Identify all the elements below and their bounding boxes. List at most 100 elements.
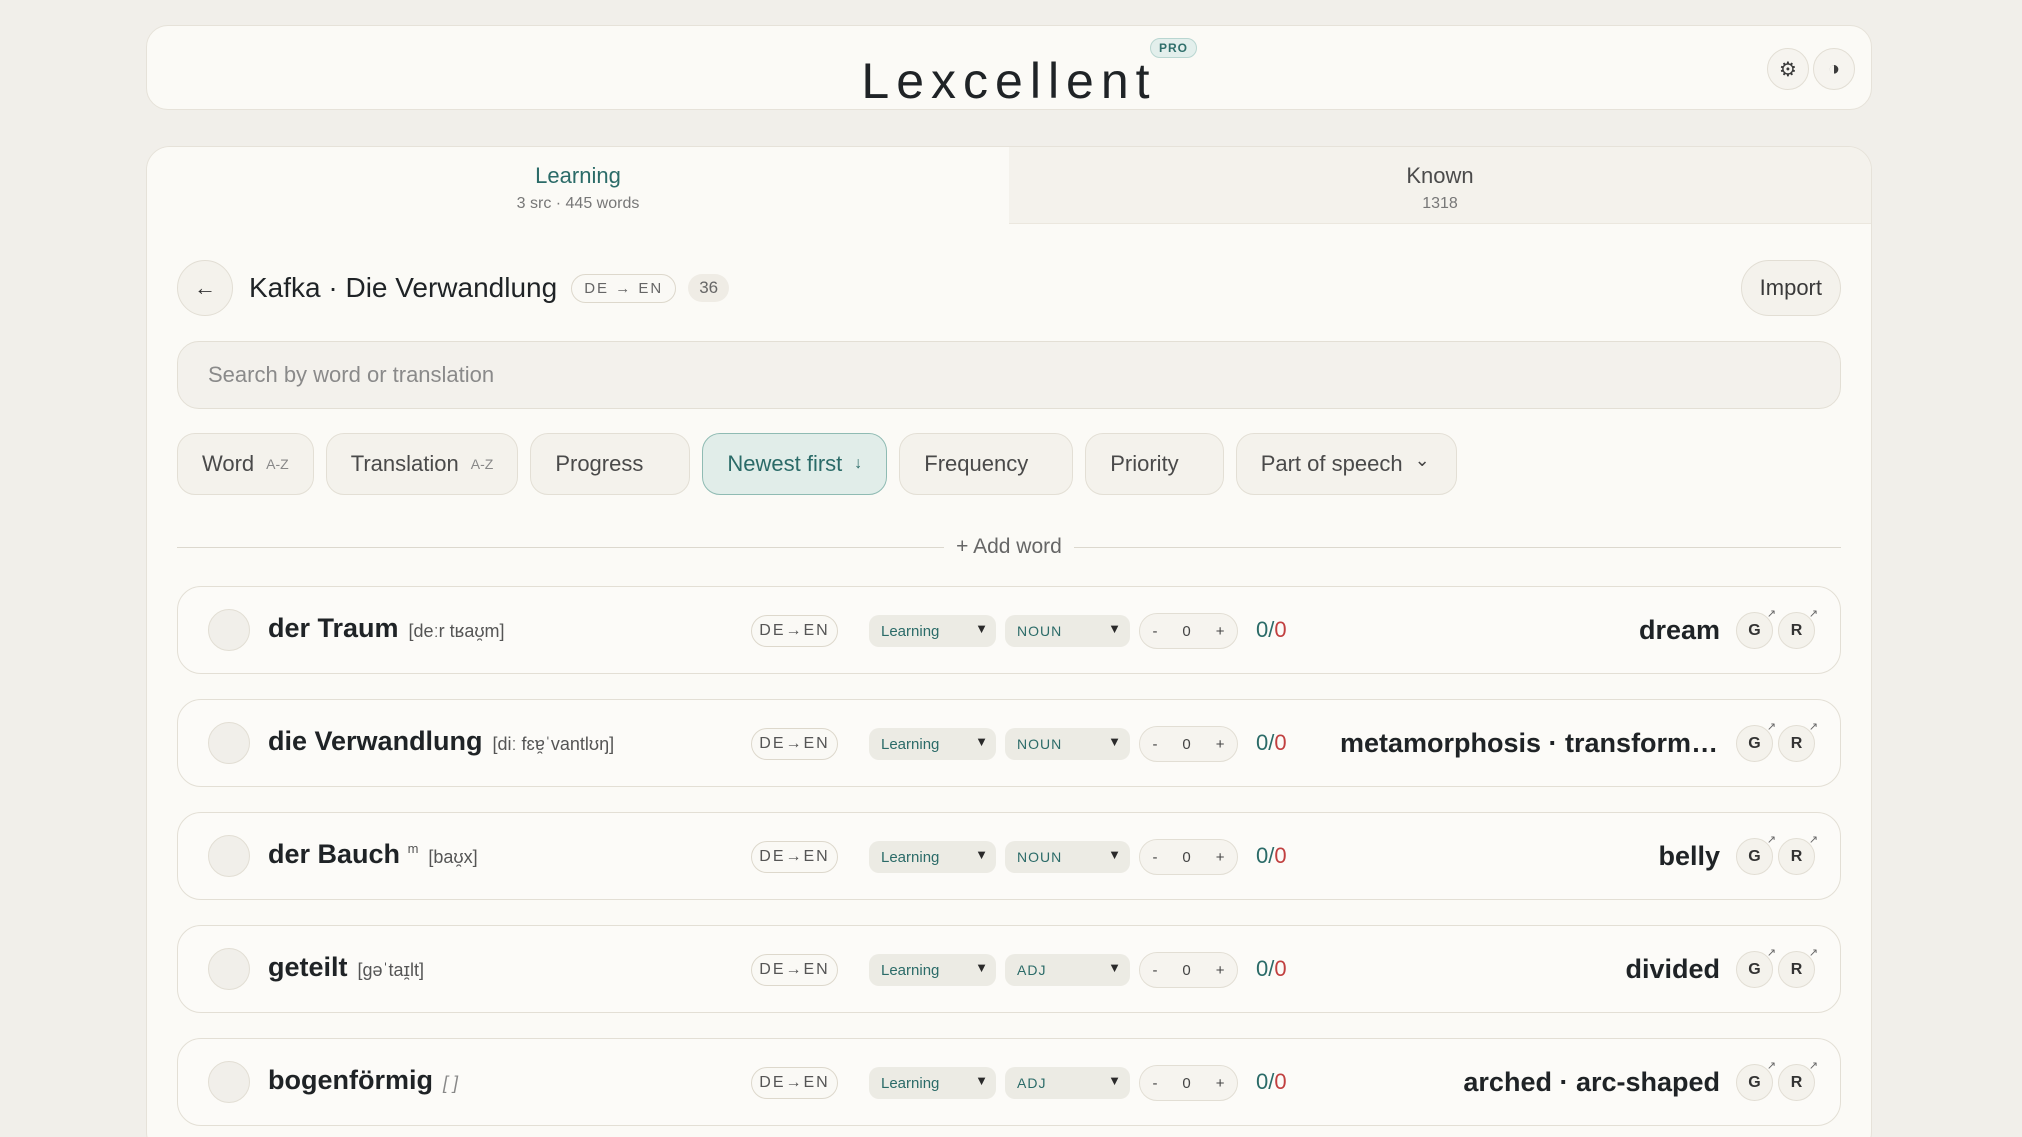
decrement-button[interactable]: - — [1152, 849, 1157, 866]
pos-select[interactable]: NOUN ▼ — [1005, 615, 1130, 647]
status-select[interactable]: Learning ▼ — [869, 841, 996, 873]
tab-learning[interactable]: Learning 3 src · 445 words — [147, 147, 1009, 224]
increment-button[interactable]: + — [1216, 849, 1225, 866]
status-value: Learning — [881, 961, 940, 979]
increment-button[interactable]: + — [1216, 623, 1225, 640]
select-checkbox[interactable] — [208, 722, 250, 764]
sort-progress-button[interactable]: Progress — [530, 433, 691, 495]
increment-button[interactable]: + — [1216, 1075, 1225, 1092]
external-link-icon: ↗ — [1766, 721, 1776, 733]
google-lookup-button[interactable]: G ↗ — [1736, 947, 1776, 988]
word-lemma: die Verwandlung — [268, 726, 483, 756]
g-label: G — [1748, 621, 1761, 639]
word-row[interactable]: der Bauch m [baʊ̯x] DE→EN Learning ▼ NOUN ▼… — [177, 812, 1841, 900]
settings-button[interactable]: ⚙ — [1767, 48, 1809, 90]
sort-label: Progress — [555, 451, 644, 476]
r-label: R — [1790, 1073, 1803, 1091]
search-input[interactable] — [208, 362, 1810, 388]
increment-button[interactable]: + — [1216, 962, 1225, 979]
google-lookup-button[interactable]: G ↗ — [1736, 1060, 1776, 1101]
external-link-icon: ↗ — [1808, 947, 1818, 959]
external-link-icon: ↗ — [1808, 608, 1818, 620]
word-text: der Bauch m [baʊ̯x] — [268, 839, 478, 870]
google-lookup-button[interactable]: G ↗ — [1736, 721, 1776, 762]
score-correct: 0 — [1256, 617, 1269, 642]
tab-sublabel: 3 src · 445 words — [516, 195, 640, 212]
pos-select[interactable]: NOUN ▼ — [1005, 728, 1130, 760]
score-total: 0 — [1274, 1069, 1287, 1094]
theme-toggle-button[interactable]: ◑ — [1813, 48, 1855, 90]
pos-value: NOUN — [1017, 736, 1063, 752]
direction-badge[interactable]: DE→EN — [751, 954, 838, 986]
chevron-down-icon: ⌄ — [1414, 449, 1430, 470]
r-label: R — [1790, 734, 1803, 752]
decrement-button[interactable]: - — [1152, 736, 1157, 753]
pos-select[interactable]: ADJ ▼ — [1005, 954, 1130, 986]
sort-translation-button[interactable]: Translation A-Z — [325, 433, 519, 495]
select-checkbox[interactable] — [208, 1061, 250, 1103]
reverso-lookup-button[interactable]: R ↗ — [1778, 608, 1818, 649]
status-select[interactable]: Learning ▼ — [869, 615, 996, 647]
google-lookup-button[interactable]: G ↗ — [1736, 608, 1776, 649]
word-row[interactable]: der Traum [deːr tʁaʊ̯m] DE→EN Learning ▼ N… — [177, 586, 1841, 674]
select-checkbox[interactable] — [208, 948, 250, 990]
add-word-button[interactable]: + Add word — [944, 535, 1074, 559]
word-row[interactable]: die Verwandlung [diː fɛɐ̯ˈvantlʊŋ] DE→EN … — [177, 699, 1841, 787]
stepper-value: 0 — [1182, 735, 1191, 753]
external-link-icon: ↗ — [1808, 721, 1818, 733]
caret-down-icon: ▼ — [1108, 1073, 1122, 1088]
word-ipa: [baʊ̯x] — [428, 847, 478, 867]
word-text: geteilt [ɡəˈtaɪ̯lt] — [268, 952, 424, 983]
priority-stepper: - 0 + — [1139, 726, 1238, 762]
select-checkbox[interactable] — [208, 609, 250, 651]
part-of-speech-dropdown[interactable]: Part of speech ⌄ — [1235, 433, 1457, 495]
search-field[interactable] — [177, 341, 1841, 409]
reverso-lookup-button[interactable]: R ↗ — [1778, 947, 1818, 988]
tab-known[interactable]: Known 1318 — [1009, 147, 1871, 224]
back-button[interactable]: ← — [177, 260, 233, 316]
pos-value: ADJ — [1017, 1075, 1047, 1091]
direction-badge[interactable]: DE→EN — [751, 728, 838, 760]
decrement-button[interactable]: - — [1152, 1075, 1157, 1092]
caret-down-icon: ▼ — [975, 960, 988, 975]
r-label: R — [1790, 847, 1803, 865]
pos-value: NOUN — [1017, 623, 1063, 639]
sort-bar: Word A-Z Translation A-Z Progress Newest… — [177, 433, 1457, 495]
tab-label: Learning — [535, 163, 621, 188]
reverso-lookup-button[interactable]: R ↗ — [1778, 1060, 1818, 1101]
direction-badge[interactable]: DE→EN — [751, 1067, 838, 1099]
reverso-lookup-button[interactable]: R ↗ — [1778, 721, 1818, 762]
direction-badge[interactable]: DE→EN — [751, 841, 838, 873]
select-checkbox[interactable] — [208, 835, 250, 877]
word-row[interactable]: bogenförmig[ ] DE→EN Learning ▼ ADJ ▼ -0 + … — [177, 1038, 1841, 1126]
status-value: Learning — [881, 848, 940, 866]
gear-icon: ⚙ — [1779, 58, 1797, 81]
decrement-button[interactable]: - — [1152, 962, 1157, 979]
increment-button[interactable]: + — [1216, 736, 1225, 753]
import-button[interactable]: Import — [1740, 260, 1841, 316]
sort-newest-button[interactable]: Newest first ↓ — [702, 433, 888, 495]
sort-label: Frequency — [924, 451, 1029, 476]
status-select[interactable]: Learning ▼ — [869, 728, 996, 760]
word-row[interactable]: geteilt [ɡəˈtaɪ̯lt] DE→EN Learning ▼ ADJ ▼ … — [177, 925, 1841, 1013]
status-select[interactable]: Learning ▼ — [869, 954, 996, 986]
main-panel: Learning 3 src · 445 words Known 1318 ← … — [146, 146, 1872, 1137]
status-select[interactable]: Learning ▼ — [869, 1067, 996, 1099]
reverso-lookup-button[interactable]: R ↗ — [1778, 834, 1818, 875]
decrement-button[interactable]: - — [1152, 623, 1157, 640]
direction-badge[interactable]: DE→EN — [751, 615, 838, 647]
stepper-value: 0 — [1182, 848, 1191, 866]
sort-priority-button[interactable]: Priority — [1085, 433, 1224, 495]
word-ipa: [ ] — [442, 1073, 458, 1093]
pos-select[interactable]: NOUN ▼ — [1005, 841, 1130, 873]
stepper-value: 0 — [1182, 961, 1191, 979]
sort-frequency-button[interactable]: Frequency — [899, 433, 1074, 495]
external-link-icon: ↗ — [1808, 1060, 1818, 1072]
sort-word-button[interactable]: Word A-Z — [177, 433, 314, 495]
score-total: 0 — [1274, 617, 1287, 642]
status-value: Learning — [881, 1074, 940, 1092]
pos-select[interactable]: ADJ ▼ — [1005, 1067, 1130, 1099]
pos-value: NOUN — [1017, 849, 1063, 865]
word-text: die Verwandlung [diː fɛɐ̯ˈvantlʊŋ] — [268, 726, 614, 757]
google-lookup-button[interactable]: G ↗ — [1736, 834, 1776, 875]
